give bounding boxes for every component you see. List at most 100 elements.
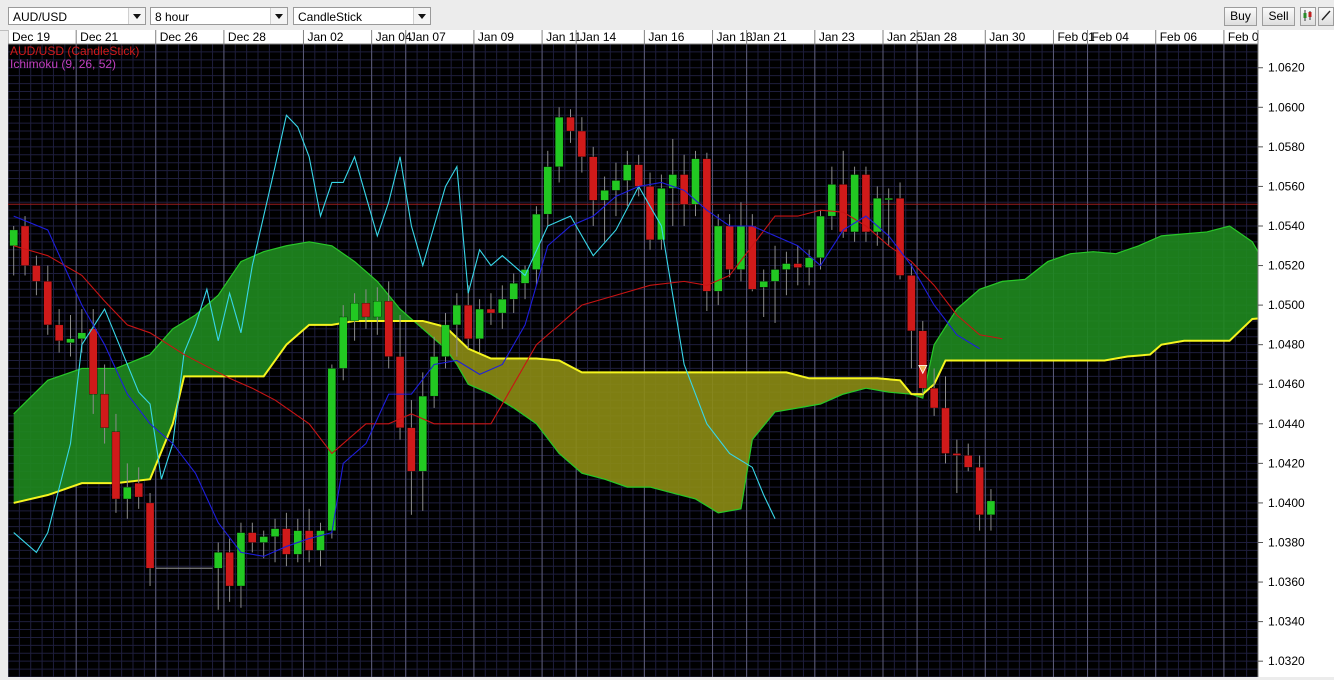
chart-style-value: CandleStick	[298, 10, 363, 24]
candle-body	[657, 188, 666, 240]
chart-area[interactable]: Dec 19 Dec 21 Dec 26 Dec 28 Jan 02 Jan 04 Jan …	[7, 30, 1334, 678]
sell-button[interactable]: Sell	[1262, 7, 1295, 26]
x-axis-tick-label: Jan 02	[307, 30, 343, 44]
candle-body	[532, 213, 541, 270]
candle-body	[748, 225, 757, 290]
candle-body	[736, 225, 746, 270]
candle-body	[975, 467, 984, 515]
candle-body	[350, 302, 359, 322]
y-axis-tick-label: 1.0600	[1268, 100, 1305, 114]
buy-button[interactable]: Buy	[1224, 7, 1257, 26]
candle-bullish	[850, 166, 859, 242]
chevron-down-icon[interactable]	[413, 8, 430, 24]
candle-body	[77, 332, 86, 339]
candle-body	[873, 198, 882, 233]
candle-body	[316, 530, 325, 551]
candle-bearish	[702, 152, 711, 312]
candle-body	[282, 528, 291, 555]
candle-body	[418, 395, 427, 472]
y-axis-tick-label: 1.0420	[1268, 456, 1305, 470]
candle-body	[623, 164, 632, 181]
symbol-value: AUD/USD	[13, 10, 68, 24]
candle-body	[930, 388, 939, 409]
x-axis-tick-label: Jan 28	[921, 30, 957, 44]
candle-body	[964, 455, 973, 468]
candle-body	[20, 225, 30, 266]
candle-body	[634, 164, 643, 187]
x-axis-tick-label: Feb 0	[1228, 30, 1259, 44]
candle-body	[952, 453, 961, 456]
chevron-down-icon[interactable]	[128, 8, 145, 24]
chevron-down-icon[interactable]	[270, 8, 287, 24]
symbol-dropdown[interactable]: AUD/USD	[8, 7, 146, 25]
candle-body	[373, 301, 382, 318]
timeframe-dropdown[interactable]: 8 hour	[150, 7, 288, 25]
candle-body	[725, 225, 734, 270]
candle-body	[66, 338, 75, 343]
x-axis-tick-label: Jan 04	[376, 30, 412, 44]
candle-body	[509, 283, 518, 300]
candle-body	[918, 330, 927, 389]
y-axis-tick-label: 1.0340	[1268, 615, 1305, 629]
timeframe-value: 8 hour	[155, 10, 190, 24]
draw-line-icon	[1321, 10, 1331, 21]
candle-body	[759, 281, 768, 288]
x-axis-tick-label: Dec 19	[12, 30, 50, 44]
x-axis-tick-label: Jan 07	[410, 30, 446, 44]
candle-body	[702, 158, 711, 292]
candle-body	[907, 275, 916, 331]
x-axis-tick-label: Jan 16	[648, 30, 684, 44]
x-axis-tick-label: Jan 09	[478, 30, 514, 44]
candle-bearish	[861, 166, 871, 242]
candle-body	[430, 356, 439, 397]
candle-body	[89, 328, 98, 395]
chart-style-dropdown[interactable]: CandleStick	[293, 7, 431, 25]
candle-body	[259, 536, 268, 543]
candle-body	[464, 304, 473, 339]
plot-area	[7, 43, 1334, 678]
y-axis-tick-label: 1.0500	[1268, 298, 1305, 312]
candle-body	[441, 324, 450, 357]
x-axis-tick-label: Jan 14	[580, 30, 616, 44]
candle-body	[577, 130, 586, 157]
candle-body	[452, 304, 461, 326]
candle-body	[236, 532, 246, 587]
x-axis-tick-label: Feb 04	[1092, 30, 1130, 44]
x-axis-tick-label: Jan 18	[717, 30, 753, 44]
x-axis-tick-label: Jan 23	[819, 30, 855, 44]
y-axis-tick-label: 1.0380	[1268, 535, 1305, 549]
x-axis-tick-label: Feb 01	[1057, 30, 1095, 44]
candle-body	[55, 324, 64, 341]
candle-body	[589, 156, 598, 201]
candle-body	[134, 482, 143, 498]
candle-body	[111, 431, 121, 500]
candle-body	[600, 190, 609, 201]
candle-body	[611, 180, 621, 191]
candle-body	[339, 316, 348, 369]
candle-body	[555, 117, 564, 167]
x-axis-tick-label: Jan 30	[989, 30, 1025, 44]
candle-body	[214, 552, 223, 569]
y-axis-tick-label: 1.0520	[1268, 259, 1305, 273]
candle-bearish	[918, 320, 927, 395]
candle-body	[816, 215, 825, 258]
y-axis-tick-label: 1.0440	[1268, 417, 1305, 431]
x-axis-tick-label: Dec 21	[80, 30, 118, 44]
candle-body	[645, 186, 655, 240]
candle-body	[270, 528, 280, 537]
ichimoku-candlestick-chart[interactable]: Dec 19 Dec 21 Dec 26 Dec 28 Jan 02 Jan 04Jan …	[7, 30, 1334, 678]
candle-body	[475, 308, 484, 339]
candle-body	[9, 229, 18, 246]
candle-settings-button[interactable]	[1300, 7, 1316, 26]
y-axis-tick-label: 1.0540	[1268, 219, 1305, 233]
candle-body	[895, 198, 905, 276]
x-axis-tick-label: Dec 26	[160, 30, 198, 44]
draw-line-button[interactable]	[1318, 7, 1334, 26]
toolbar: AUD/USD 8 hour CandleStick Buy Sell	[0, 0, 1334, 31]
candle-body	[123, 486, 132, 500]
candle-body	[520, 269, 530, 284]
y-axis-tick-label: 1.0460	[1268, 377, 1305, 391]
candle-body	[145, 502, 155, 569]
candle-body	[248, 532, 257, 543]
y-axis-tick-label: 1.0400	[1268, 496, 1305, 510]
